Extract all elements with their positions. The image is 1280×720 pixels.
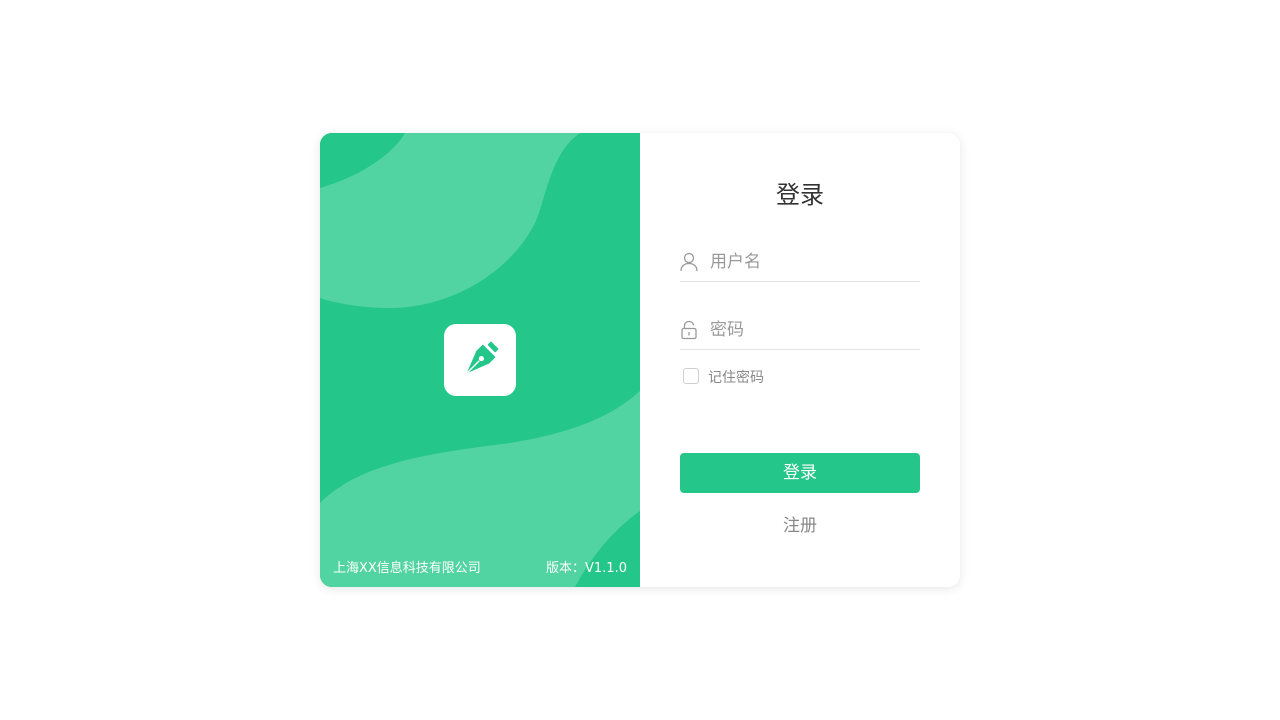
brand-panel: 上海XX信息科技有限公司 版本：V1.1.0	[320, 133, 640, 587]
remember-label[interactable]: 记住密码	[708, 367, 764, 387]
password-field	[680, 309, 920, 350]
company-name: 上海XX信息科技有限公司	[333, 561, 481, 576]
pen-nib-icon	[466, 341, 499, 374]
password-input[interactable]	[710, 315, 910, 345]
login-button[interactable]: 登录	[680, 453, 920, 493]
app-logo	[444, 324, 516, 396]
username-field	[680, 241, 920, 282]
username-input[interactable]	[710, 247, 910, 277]
remember-checkbox[interactable]	[683, 368, 699, 384]
user-icon	[680, 252, 698, 272]
register-link[interactable]: 注册	[640, 511, 960, 536]
lock-icon	[681, 320, 697, 340]
login-card: 上海XX信息科技有限公司 版本：V1.1.0 登录 记住密码 登录 注册	[320, 133, 960, 587]
login-panel: 登录 记住密码 登录 注册	[640, 133, 960, 587]
version-label: 版本：V1.1.0	[546, 561, 627, 576]
login-title: 登录	[776, 181, 824, 209]
